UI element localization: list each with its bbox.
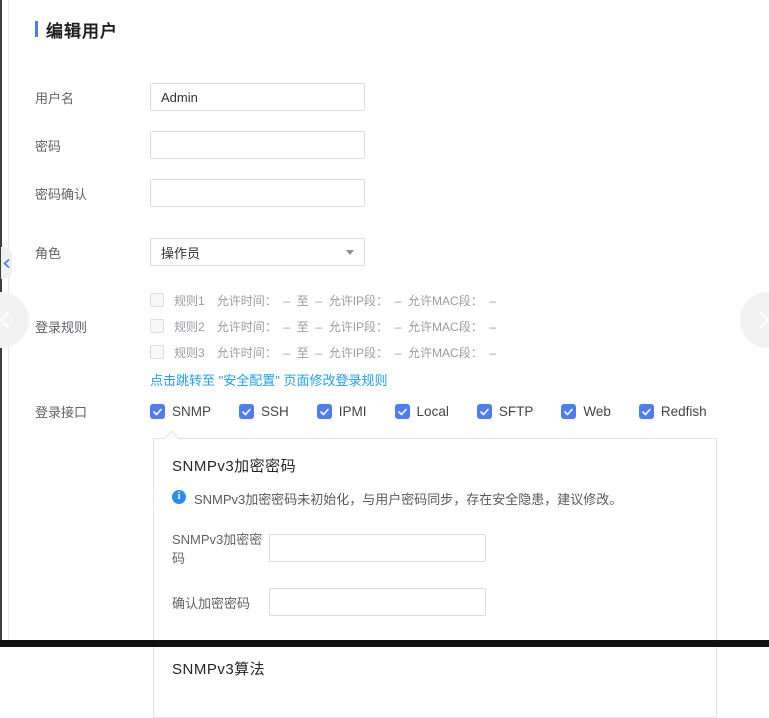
login-rules-list: 规则1 允许时间： – 至 – 允许IP段： – 允许MAC段： – 规则2 允…: [150, 287, 496, 365]
rule3-checkbox[interactable]: [150, 345, 164, 359]
checked-checkbox-icon: [239, 404, 254, 419]
interface-label: Local: [417, 404, 449, 419]
interface-checkbox-web[interactable]: Web: [561, 404, 611, 419]
snmpv3-password-label: SNMPv3加密密码: [172, 529, 269, 567]
role-select[interactable]: 操作员: [150, 238, 365, 266]
login-interfaces-label: 登录接口: [35, 402, 150, 421]
rule3-detail: 允许时间： – 至 – 允许IP段： – 允许MAC段： –: [217, 344, 496, 361]
checked-checkbox-icon: [317, 404, 332, 419]
password-label: 密码: [35, 136, 150, 155]
snmpv3-confirm-label: 确认加密密码: [172, 593, 269, 612]
check-icon: [398, 408, 407, 416]
interface-checkbox-sftp[interactable]: SFTP: [477, 404, 534, 419]
rule2-detail: 允许时间： – 至 – 允许IP段： – 允许MAC段： –: [217, 318, 496, 335]
snmp-panel-row: SNMPv3加密密码 SNMPv3加密密码未初始化，与用户密码同步，存在安全隐患…: [35, 438, 769, 718]
username-label: 用户名: [35, 88, 150, 107]
snmpv3-password-panel: SNMPv3加密密码 SNMPv3加密密码未初始化，与用户密码同步，存在安全隐患…: [153, 438, 717, 718]
check-icon: [242, 408, 251, 416]
check-icon: [320, 408, 329, 416]
checked-checkbox-icon: [477, 404, 492, 419]
info-icon: [172, 490, 186, 504]
role-selected-value: 操作员: [161, 243, 200, 262]
rule3-name: 规则3: [174, 344, 205, 361]
snmpv3-algorithm-title: SNMPv3算法: [172, 658, 698, 679]
password-row: 密码: [35, 131, 769, 159]
login-interfaces-group: SNMP SSH IPMI Local SFTP: [150, 404, 707, 419]
interface-label: Web: [583, 404, 611, 419]
checked-checkbox-icon: [150, 404, 165, 419]
interface-checkbox-ssh[interactable]: SSH: [239, 404, 289, 419]
interface-label: SSH: [261, 404, 289, 419]
title-accent-bar: [35, 21, 38, 37]
password-confirm-label: 密码确认: [35, 184, 150, 203]
snmpv3-panel-title: SNMPv3加密密码: [172, 455, 698, 476]
chevron-left-icon: [3, 259, 10, 268]
interface-checkbox-local[interactable]: Local: [395, 404, 449, 419]
sidebar-collapse-handle[interactable]: [1, 247, 12, 279]
check-icon: [480, 408, 489, 416]
password-input[interactable]: [150, 131, 365, 159]
interface-label: IPMI: [339, 404, 367, 419]
login-rule-item: 规则2 允许时间： – 至 – 允许IP段： – 允许MAC段： –: [150, 313, 496, 339]
page-header: 编辑用户: [35, 20, 769, 38]
chevron-down-icon: [346, 250, 354, 255]
snmpv3-info-text: SNMPv3加密密码未初始化，与用户密码同步，存在安全隐患，建议修改。: [194, 489, 622, 508]
check-icon: [564, 408, 573, 416]
edit-user-page: 编辑用户 用户名 密码 密码确认 角色 操作员 登录规则: [0, 0, 769, 718]
login-rules-label: 登录规则: [35, 317, 150, 336]
page-title: 编辑用户: [46, 17, 118, 42]
interface-label: SFTP: [499, 404, 534, 419]
snmpv3-confirm-input[interactable]: [269, 588, 486, 616]
interface-checkbox-ipmi[interactable]: IPMI: [317, 404, 367, 419]
check-icon: [642, 408, 651, 416]
password-confirm-row: 密码确认: [35, 179, 769, 207]
chevron-left-icon: [0, 311, 10, 329]
role-label: 角色: [35, 243, 150, 262]
security-config-link-row: 点击跳转至 "安全配置" 页面修改登录规则: [35, 370, 769, 389]
login-rules-row: 登录规则 规则1 允许时间： – 至 – 允许IP段： – 允许MAC段： – …: [35, 287, 769, 365]
snmpv3-confirm-field-row: 确认加密密码: [172, 588, 698, 616]
rule2-name: 规则2: [174, 318, 205, 335]
checked-checkbox-icon: [395, 404, 410, 419]
interface-checkbox-redfish[interactable]: Redfish: [639, 404, 707, 419]
username-row: 用户名: [35, 83, 769, 111]
rule1-detail: 允许时间： – 至 – 允许IP段： – 允许MAC段： –: [217, 292, 496, 309]
rule2-checkbox[interactable]: [150, 319, 164, 333]
login-rule-item: 规则3 允许时间： – 至 – 允许IP段： – 允许MAC段： –: [150, 339, 496, 365]
bottom-black-bar: [0, 640, 769, 647]
security-config-link[interactable]: 点击跳转至 "安全配置" 页面修改登录规则: [150, 370, 387, 389]
checked-checkbox-icon: [561, 404, 576, 419]
rule1-checkbox[interactable]: [150, 293, 164, 307]
login-rule-item: 规则1 允许时间： – 至 – 允许IP段： – 允许MAC段： –: [150, 287, 496, 313]
interface-checkbox-snmp[interactable]: SNMP: [150, 404, 211, 419]
chevron-right-icon: [759, 311, 769, 329]
password-confirm-input[interactable]: [150, 179, 365, 207]
interface-label: Redfish: [661, 404, 707, 419]
check-icon: [153, 408, 162, 416]
role-row: 角色 操作员: [35, 238, 769, 266]
snmpv3-info-row: SNMPv3加密密码未初始化，与用户密码同步，存在安全隐患，建议修改。: [172, 489, 698, 508]
interface-label: SNMP: [172, 404, 211, 419]
snmpv3-password-field-row: SNMPv3加密密码: [172, 529, 698, 567]
checked-checkbox-icon: [639, 404, 654, 419]
edit-user-form: 用户名 密码 密码确认 角色 操作员 登录规则 规则1 允许时间：: [35, 83, 769, 718]
rule1-name: 规则1: [174, 292, 205, 309]
snmpv3-password-input[interactable]: [269, 534, 486, 562]
username-input[interactable]: [150, 83, 365, 111]
login-interfaces-row: 登录接口 SNMP SSH IPMI Local: [35, 402, 769, 421]
